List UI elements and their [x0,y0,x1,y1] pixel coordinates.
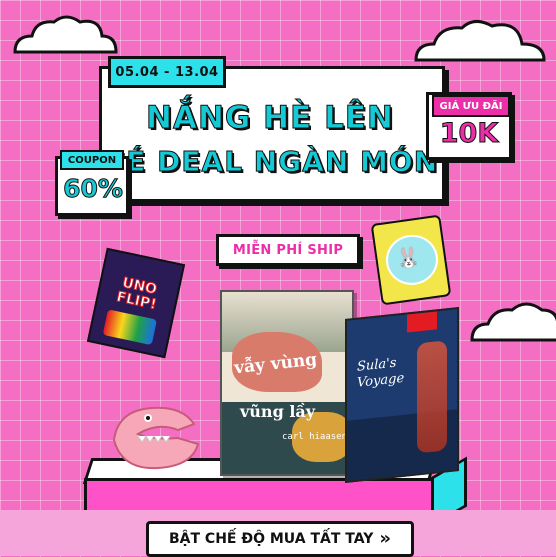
bunny-icon: 🐰 [394,243,423,271]
coupon-label: COUPON [60,150,124,170]
price-value: 10K [439,118,499,150]
cloud-right-icon [470,302,556,342]
price-label: GIÁ ƯU ĐÃI [432,95,510,117]
uno-card-art [102,309,157,346]
free-shipping-badge: MIỄN PHÍ SHIP [216,234,360,266]
headline-line2: HÉ DEAL NGÀN MÓN [101,145,439,179]
crocodile-toy-image [112,406,200,470]
cta-label: BẬT CHẾ ĐỘ MUA TẤT TAY [169,531,374,547]
book-cover-vay-vung: vẫy vùng vũng lầy carl hiaasen [220,290,354,476]
book1-author: carl hiaasen [282,432,348,442]
bunny-sticker-image: 🐰 [370,214,452,306]
date-range-tab: 05.04 - 13.04 [108,56,226,88]
book2-tag [407,311,437,333]
shop-now-button[interactable]: BẬT CHẾ ĐỘ MUA TẤT TAY » [146,521,414,557]
double-chevron-right-icon: » [379,528,391,549]
book1-subtitle: vũng lầy [240,402,316,421]
book-cover-sulas-voyage: Sula's Voyage [345,307,459,483]
uno-card-game-image: UNO FLIP! [86,247,186,359]
cloud-top-right-icon [414,20,546,62]
cloud-top-left-icon [13,15,118,54]
headline-line1: NẮNG HÈ LÊN [146,100,394,137]
coupon-value: 60% [63,174,124,204]
